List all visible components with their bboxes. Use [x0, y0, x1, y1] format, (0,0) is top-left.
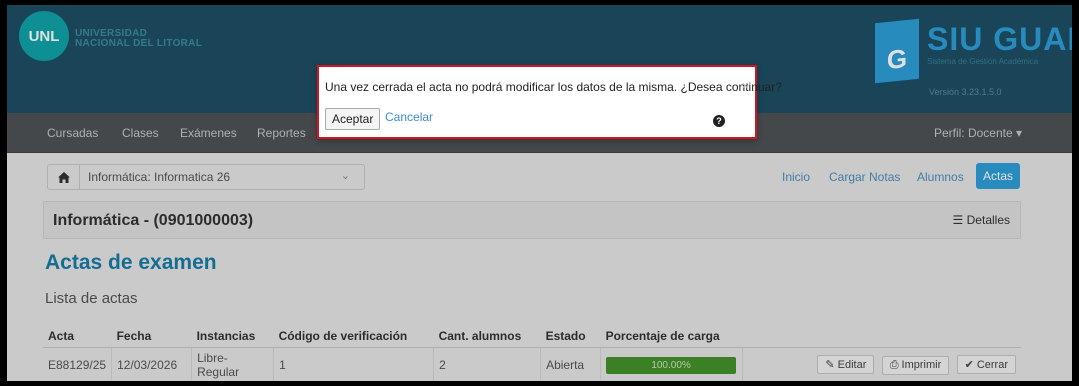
- cancel-link[interactable]: Cancelar: [385, 110, 433, 124]
- help-icon[interactable]: ?: [713, 115, 725, 127]
- close-icon[interactable]: ×: [741, 78, 749, 93]
- app-window: UNL UNIVERSIDAD NACIONAL DEL LITORAL G S…: [7, 5, 1072, 381]
- modal-overlay: [7, 5, 1072, 381]
- dialog-message: Una vez cerrada el acta no podrá modific…: [325, 80, 782, 94]
- accept-button[interactable]: Aceptar: [325, 108, 381, 130]
- confirm-dialog: Una vez cerrada el acta no podrá modific…: [317, 65, 782, 139]
